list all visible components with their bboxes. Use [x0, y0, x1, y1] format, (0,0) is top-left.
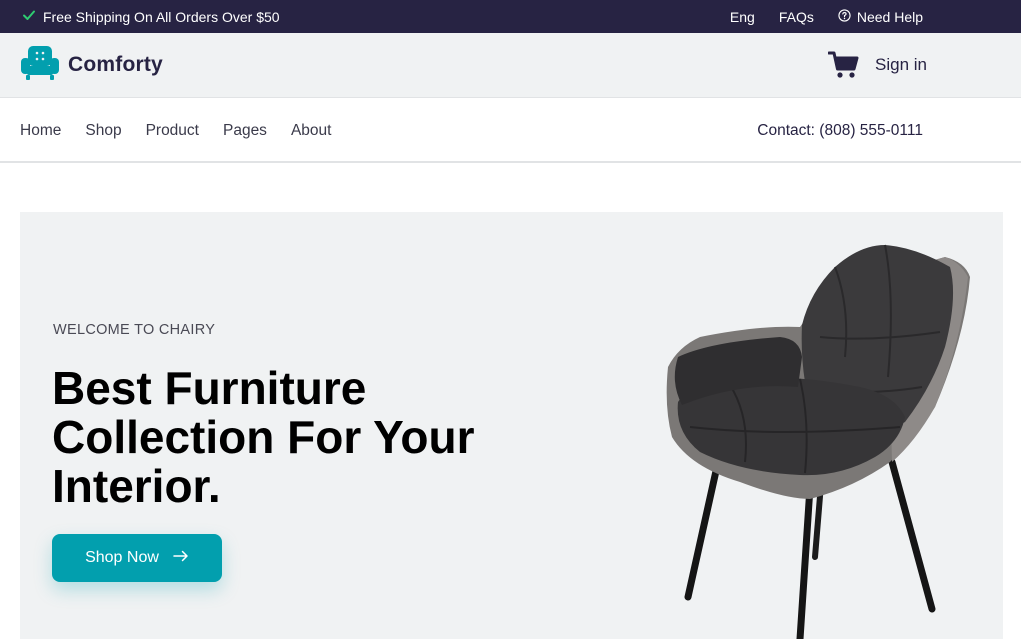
hero-welcome-text: WELCOME TO CHAIRY	[53, 322, 216, 338]
site-header: Comforty Sign in	[0, 33, 1021, 98]
shop-now-button[interactable]: Shop Now	[52, 534, 222, 582]
cart-icon[interactable]	[827, 49, 860, 81]
check-icon	[22, 8, 36, 25]
hero-headline: Best Furniture Collection For Your Inter…	[52, 362, 475, 512]
arrow-right-icon	[173, 549, 189, 567]
sign-in-link[interactable]: Sign in	[875, 55, 927, 75]
nav-menu: Home Shop Product Pages About	[20, 98, 331, 163]
nav-item-about[interactable]: About	[291, 122, 332, 140]
contact-phone: Contact: (808) 555-0111	[757, 121, 923, 139]
shop-now-label: Shop Now	[85, 549, 159, 566]
brand-logo[interactable]: Comforty	[20, 44, 163, 87]
faqs-link[interactable]: FAQs	[779, 9, 814, 25]
nav-item-home[interactable]: Home	[20, 122, 61, 140]
need-help-link[interactable]: Need Help	[838, 9, 923, 25]
help-circle-icon	[838, 8, 851, 25]
sofa-logo-icon	[20, 44, 60, 87]
brand-name: Comforty	[68, 53, 163, 76]
shipping-notice: Free Shipping On All Orders Over $50	[22, 0, 280, 33]
main-navigation: Home Shop Product Pages About Contact: (…	[0, 98, 1021, 163]
shipping-text: Free Shipping On All Orders Over $50	[43, 8, 280, 25]
nav-item-product[interactable]: Product	[146, 122, 199, 140]
hero-chair-image	[660, 237, 980, 639]
language-selector[interactable]: Eng	[730, 9, 755, 25]
topbar-links: Eng FAQs Need Help	[730, 0, 923, 33]
nav-item-pages[interactable]: Pages	[223, 122, 267, 140]
hero-banner: WELCOME TO CHAIRY Best Furniture Collect…	[20, 212, 1003, 639]
nav-item-shop[interactable]: Shop	[85, 122, 121, 140]
need-help-label: Need Help	[856, 8, 923, 25]
top-announcement-bar: Free Shipping On All Orders Over $50 Eng…	[0, 0, 1021, 33]
